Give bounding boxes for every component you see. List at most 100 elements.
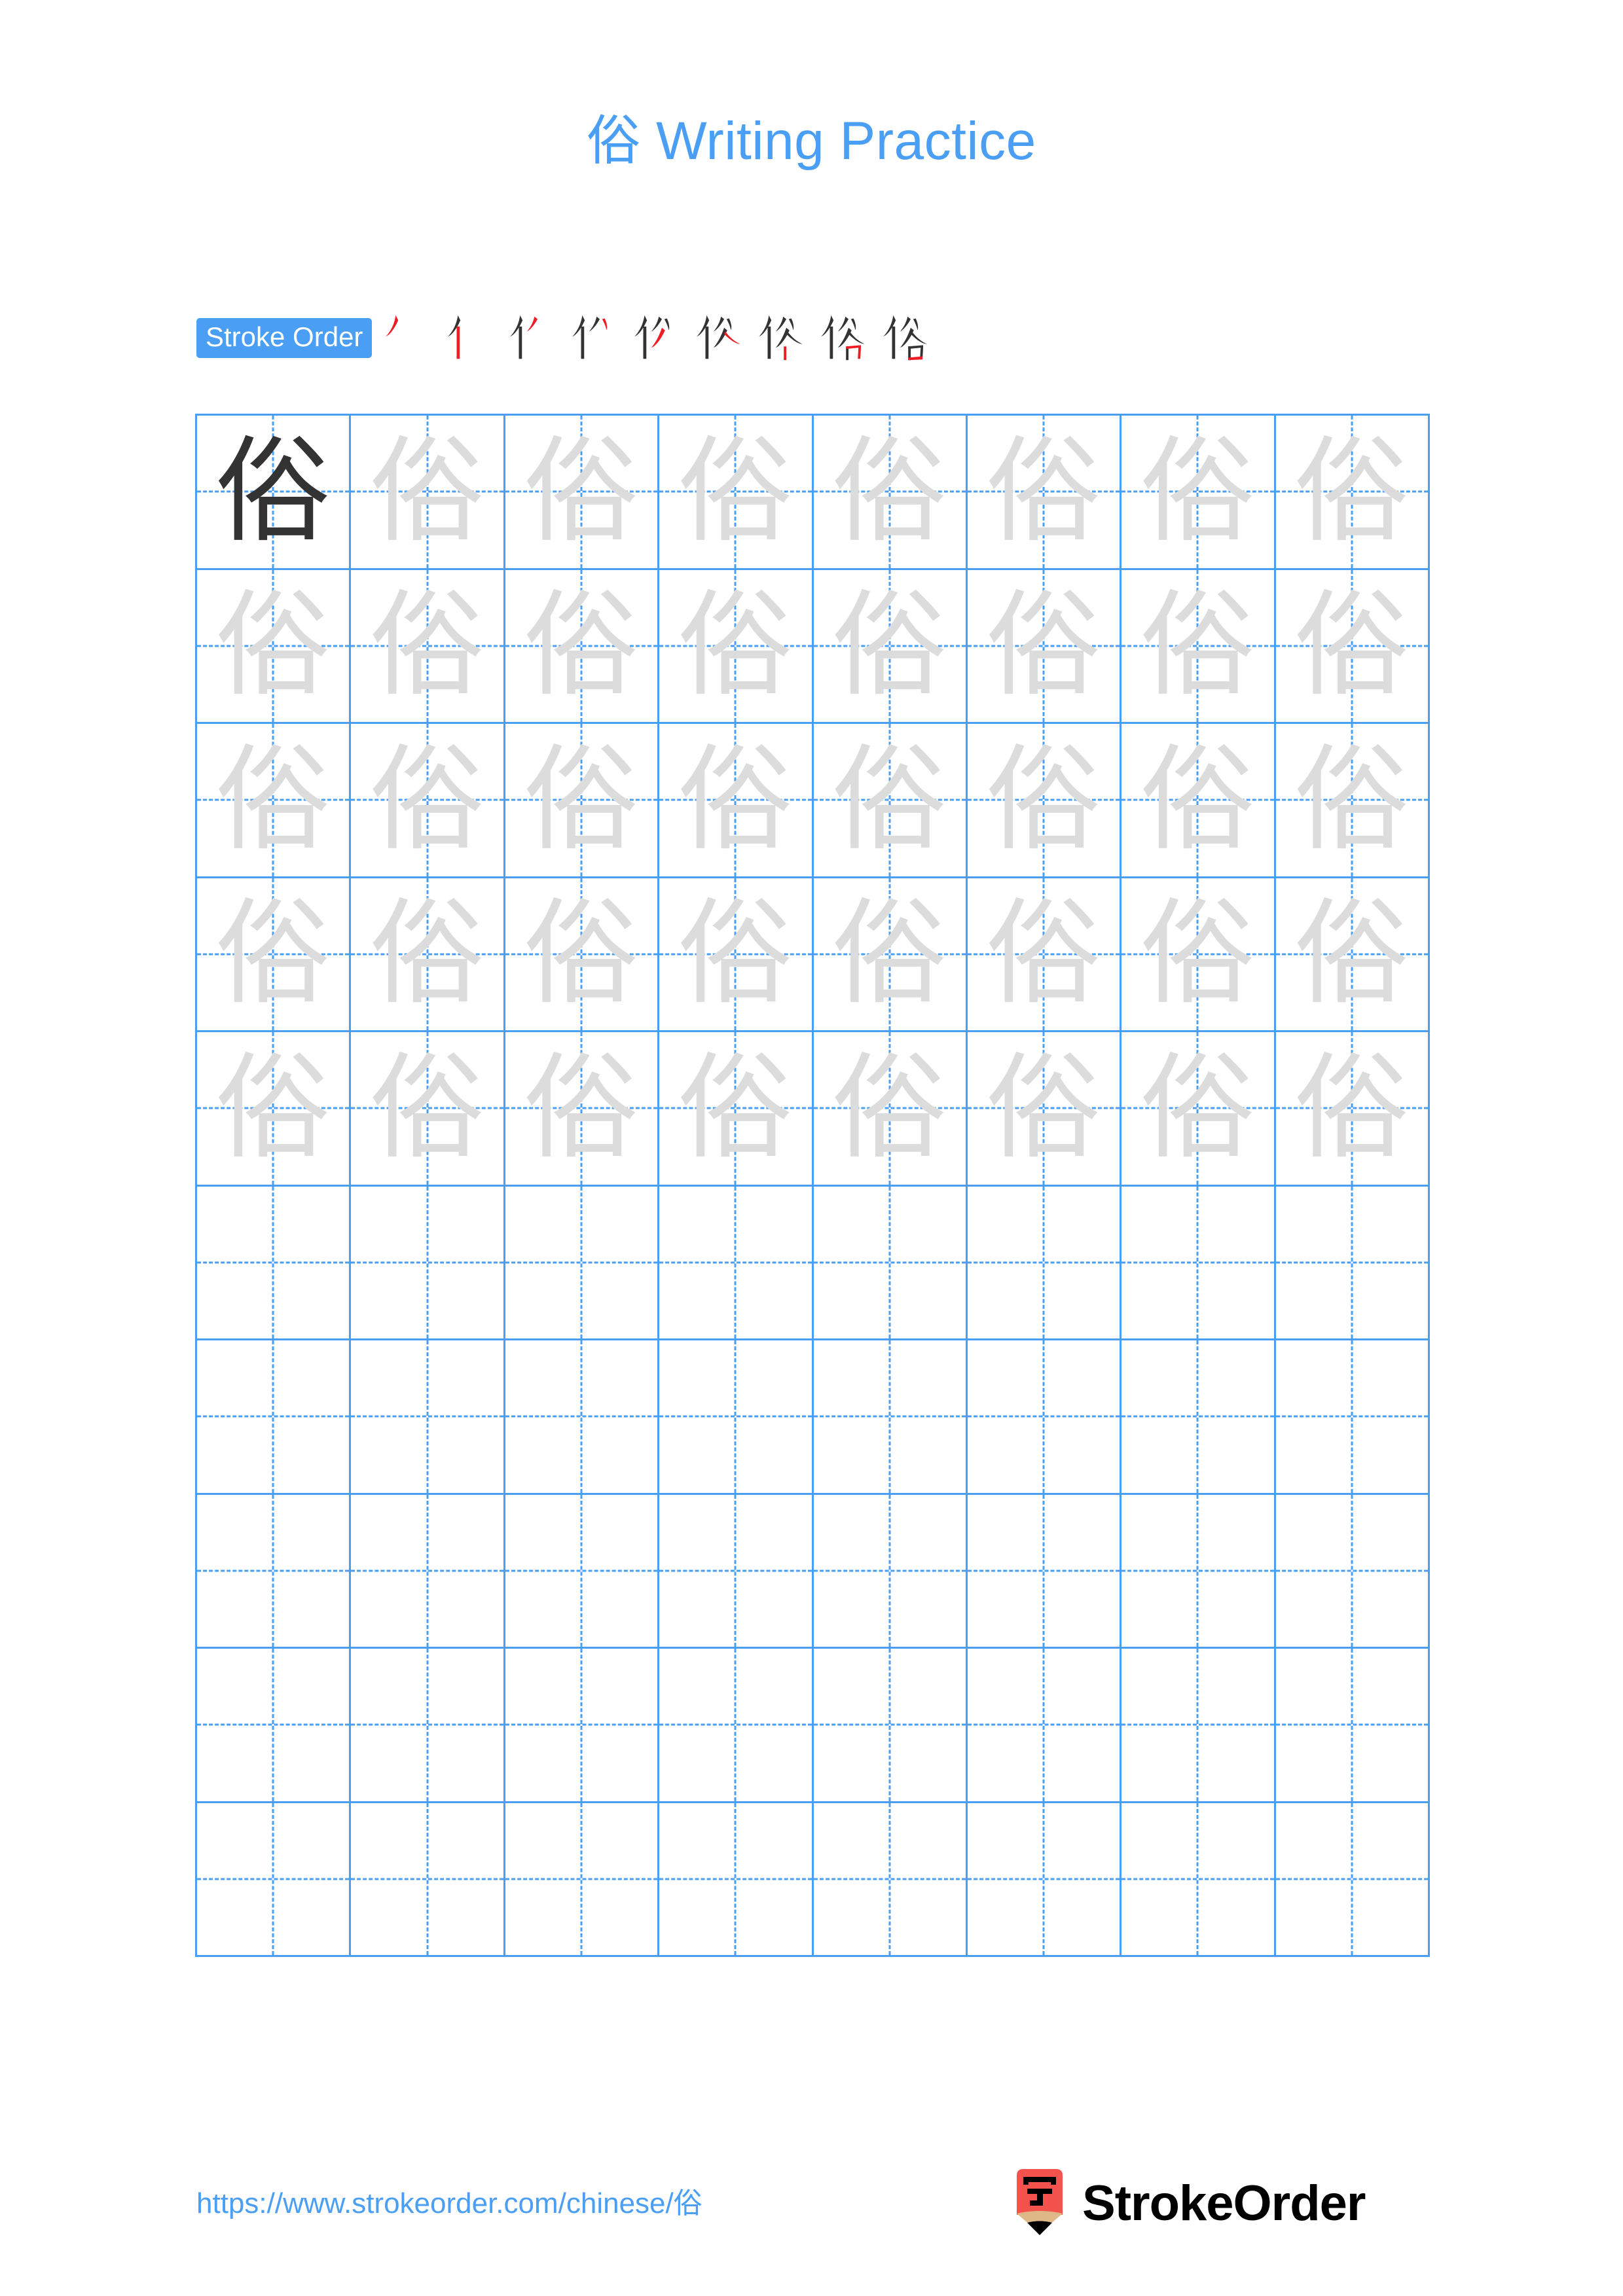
footer-url[interactable]: https://www.strokeorder.com/chinese/俗 [196, 2179, 702, 2221]
grid-cell-r1-c2[interactable]: 俗 [351, 416, 505, 568]
grid-cell-r1-c3[interactable]: 俗 [505, 416, 660, 568]
grid-cell-r8-c4[interactable] [659, 1494, 814, 1647]
grid-cell-r1-c8[interactable]: 俗 [1276, 416, 1428, 568]
pencil-logo-icon [1017, 2169, 1063, 2235]
grid-cell-r5-c4[interactable]: 俗 [659, 1032, 814, 1185]
grid-cell-r3-c6[interactable]: 俗 [968, 724, 1122, 876]
grid-cell-r1-c4[interactable]: 俗 [659, 416, 814, 568]
grid-cell-r4-c8[interactable]: 俗 [1276, 878, 1428, 1031]
grid-cell-r2-c1[interactable]: 俗 [197, 569, 352, 722]
grid-cell-r6-c3[interactable] [505, 1186, 660, 1338]
grid-cell-r3-c5[interactable]: 俗 [814, 724, 968, 876]
grid-cell-r9-c3[interactable] [505, 1649, 660, 1801]
grid-cell-r10-c1[interactable] [197, 1803, 352, 1955]
grid-cell-r8-c5[interactable] [814, 1494, 968, 1647]
grid-cell-r7-c6[interactable] [968, 1340, 1122, 1493]
grid-cell-r8-c3[interactable] [505, 1494, 660, 1647]
grid-cell-r6-c1[interactable] [197, 1186, 352, 1338]
grid-row [197, 1803, 1428, 1956]
stroke-step-7 [749, 306, 811, 369]
grid-cell-r3-c2[interactable]: 俗 [351, 724, 505, 876]
grid-cell-r10-c3[interactable] [505, 1803, 660, 1955]
trace-character: 俗 [1294, 1041, 1410, 1175]
grid-cell-r3-c7[interactable]: 俗 [1122, 724, 1276, 876]
grid-cell-r2-c5[interactable]: 俗 [814, 569, 968, 722]
grid-cell-r10-c2[interactable] [351, 1803, 505, 1955]
grid-cell-r8-c8[interactable] [1276, 1495, 1428, 1647]
grid-cell-r10-c7[interactable] [1122, 1803, 1276, 1955]
trace-character: 俗 [524, 425, 639, 558]
grid-cell-r6-c7[interactable] [1122, 1186, 1276, 1338]
grid-cell-r5-c3[interactable]: 俗 [505, 1032, 660, 1185]
grid-cell-r8-c6[interactable] [968, 1494, 1122, 1647]
grid-cell-r4-c3[interactable]: 俗 [505, 878, 660, 1030]
grid-cell-r4-c2[interactable]: 俗 [351, 878, 505, 1030]
grid-cell-r4-c5[interactable]: 俗 [814, 878, 968, 1030]
grid-cell-r1-c1[interactable]: 俗 [197, 416, 352, 568]
grid-cell-r3-c3[interactable]: 俗 [505, 724, 660, 876]
grid-cell-r8-c1[interactable] [197, 1494, 352, 1647]
grid-cell-r2-c2[interactable]: 俗 [351, 569, 505, 722]
grid-cell-r2-c3[interactable]: 俗 [505, 569, 660, 722]
grid-cell-r9-c7[interactable] [1122, 1649, 1276, 1801]
grid-cell-r7-c8[interactable] [1276, 1340, 1428, 1493]
grid-cell-r2-c8[interactable]: 俗 [1276, 570, 1428, 723]
grid-cell-r7-c1[interactable] [197, 1340, 352, 1493]
grid-cell-r9-c8[interactable] [1276, 1649, 1428, 1801]
grid-cell-r3-c4[interactable]: 俗 [659, 724, 814, 876]
grid-cell-r1-c6[interactable]: 俗 [968, 416, 1122, 568]
grid-cell-r5-c2[interactable]: 俗 [351, 1032, 505, 1185]
grid-cell-r2-c7[interactable]: 俗 [1122, 569, 1276, 722]
grid-row [197, 1494, 1428, 1649]
stroke-step-8 [811, 306, 873, 369]
grid-cell-r2-c6[interactable]: 俗 [968, 569, 1122, 722]
grid-cell-r10-c5[interactable] [814, 1803, 968, 1955]
page-title-label: Writing Practice [656, 111, 1036, 171]
grid-cell-r9-c5[interactable] [814, 1649, 968, 1801]
grid-cell-r6-c2[interactable] [351, 1186, 505, 1338]
grid-cell-r7-c7[interactable] [1122, 1340, 1276, 1493]
grid-cell-r10-c6[interactable] [968, 1803, 1122, 1955]
grid-cell-r5-c1[interactable]: 俗 [197, 1032, 352, 1185]
grid-cell-r5-c8[interactable]: 俗 [1276, 1032, 1428, 1185]
grid-cell-r5-c6[interactable]: 俗 [968, 1032, 1122, 1185]
grid-cell-r6-c6[interactable] [968, 1186, 1122, 1338]
trace-character: 俗 [215, 579, 331, 713]
grid-cell-r7-c2[interactable] [351, 1340, 505, 1493]
grid-cell-r1-c7[interactable]: 俗 [1122, 416, 1276, 568]
stroke-step-6 [687, 306, 749, 369]
grid-cell-r6-c5[interactable] [814, 1186, 968, 1338]
grid-cell-r8-c2[interactable] [351, 1494, 505, 1647]
grid-cell-r7-c3[interactable] [505, 1340, 660, 1493]
grid-cell-r7-c5[interactable] [814, 1340, 968, 1493]
grid-cell-r2-c4[interactable]: 俗 [659, 569, 814, 722]
grid-row [197, 1186, 1428, 1340]
grid-cell-r9-c4[interactable] [659, 1649, 814, 1801]
trace-character: 俗 [1294, 888, 1410, 1021]
trace-character: 俗 [678, 579, 793, 713]
grid-cell-r4-c4[interactable]: 俗 [659, 878, 814, 1030]
grid-cell-r3-c1[interactable]: 俗 [197, 724, 352, 876]
stroke-step-3 [500, 306, 562, 369]
grid-cell-r10-c4[interactable] [659, 1803, 814, 1955]
grid-cell-r3-c8[interactable]: 俗 [1276, 724, 1428, 876]
grid-cell-r1-c5[interactable]: 俗 [814, 416, 968, 568]
grid-cell-r9-c1[interactable] [197, 1649, 352, 1801]
grid-cell-r4-c1[interactable]: 俗 [197, 878, 352, 1030]
trace-character: 俗 [370, 733, 485, 867]
grid-cell-r4-c6[interactable]: 俗 [968, 878, 1122, 1030]
grid-cell-r7-c4[interactable] [659, 1340, 814, 1493]
grid-cell-r5-c7[interactable]: 俗 [1122, 1032, 1276, 1185]
brand-name: StrokeOrder [1082, 2176, 1366, 2231]
grid-cell-r5-c5[interactable]: 俗 [814, 1032, 968, 1185]
grid-cell-r10-c8[interactable] [1276, 1803, 1428, 1956]
grid-cell-r9-c6[interactable] [968, 1649, 1122, 1801]
trace-character: 俗 [215, 1041, 331, 1175]
grid-cell-r6-c8[interactable] [1276, 1187, 1428, 1339]
grid-cell-r8-c7[interactable] [1122, 1494, 1276, 1647]
trace-character: 俗 [1294, 425, 1410, 558]
grid-cell-r6-c4[interactable] [659, 1186, 814, 1338]
grid-cell-r4-c7[interactable]: 俗 [1122, 878, 1276, 1030]
grid-cell-r9-c2[interactable] [351, 1649, 505, 1801]
trace-character: 俗 [986, 1041, 1101, 1175]
